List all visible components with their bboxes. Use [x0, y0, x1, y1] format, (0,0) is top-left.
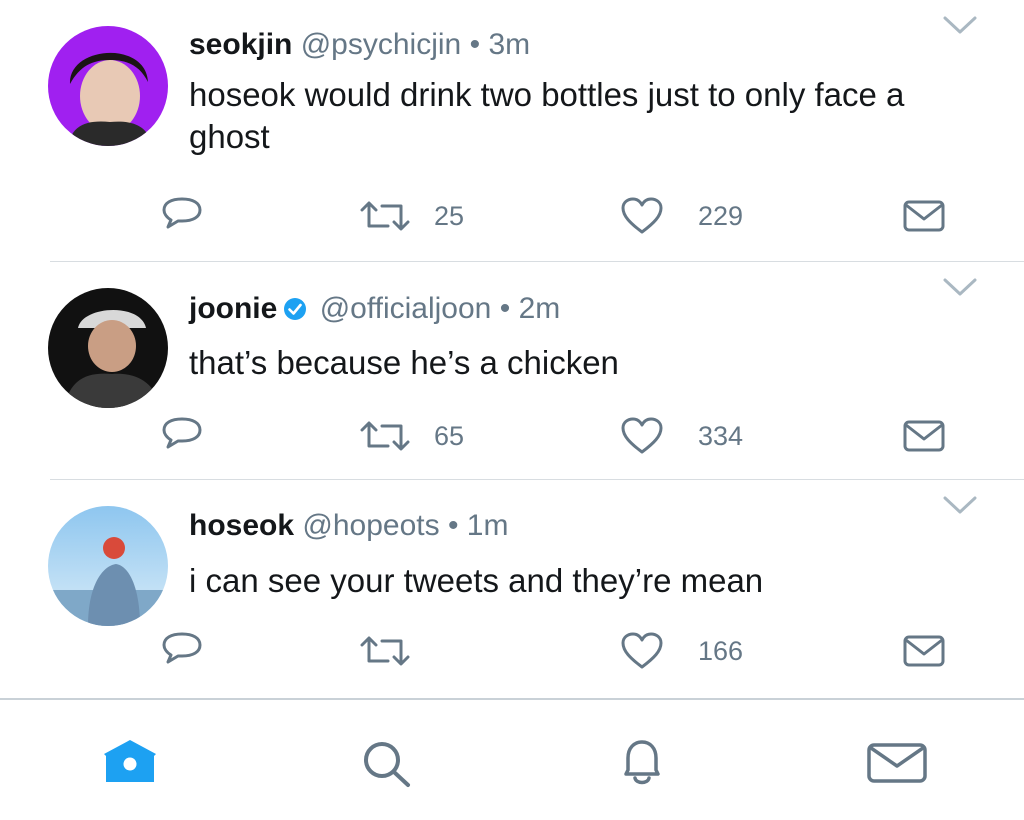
tweet-header: joonie @officialjoon • 2m: [189, 291, 560, 330]
timestamp[interactable]: 2m: [519, 292, 561, 325]
separator-dot: •: [447, 509, 459, 542]
retweet-icon: [360, 421, 410, 451]
home-icon: [104, 740, 156, 782]
tweet-text: i can see your tweets and they’re mean: [189, 562, 764, 599]
direct-message-button[interactable]: [902, 199, 946, 233]
nav-search[interactable]: [354, 738, 418, 793]
display-name[interactable]: hoseok: [189, 509, 294, 542]
like-icon: [621, 417, 663, 454]
timestamp[interactable]: 1m: [467, 509, 509, 542]
like-icon: [621, 197, 663, 234]
reply-button[interactable]: [160, 416, 204, 454]
direct-message-icon: [903, 635, 945, 667]
retweet-button[interactable]: [358, 633, 434, 669]
bottom-nav: [0, 698, 1024, 820]
retweet-button[interactable]: 25: [358, 198, 464, 234]
tweet-header: hoseok @hopeots • 1m: [189, 508, 508, 544]
tweet-3[interactable]: hoseok @hopeots • 1m i can see your twee…: [0, 480, 1024, 698]
like-count: 334: [698, 420, 744, 451]
retweet-count: 65: [434, 420, 465, 451]
user-handle[interactable]: @hopeots: [302, 509, 439, 542]
retweet-icon: [360, 636, 410, 666]
nav-notifications[interactable]: [610, 738, 674, 793]
direct-message-button[interactable]: [902, 419, 946, 453]
reply-button[interactable]: [160, 196, 204, 234]
direct-message-icon: [903, 200, 945, 232]
nav-home[interactable]: [98, 738, 162, 789]
reply-icon: [162, 632, 202, 664]
retweet-count: 25: [434, 200, 465, 231]
avatar-seokjin[interactable]: [48, 26, 168, 146]
reply-icon: [162, 417, 202, 449]
reply-icon: [162, 197, 202, 229]
timestamp[interactable]: 3m: [488, 28, 530, 61]
tweet-text: that’s because he’s a chicken: [189, 344, 619, 381]
reply-button[interactable]: [160, 631, 204, 669]
separator-dot: •: [499, 292, 511, 325]
tweet-text: hoseok would drink two bottles just to o…: [189, 76, 905, 155]
like-button[interactable]: 229: [620, 196, 743, 236]
direct-message-icon: [903, 420, 945, 452]
like-button[interactable]: 166: [620, 631, 743, 671]
separator-dot: •: [469, 28, 481, 61]
avatar-hoseok[interactable]: [48, 506, 168, 626]
chevron-down-icon[interactable]: [942, 14, 978, 41]
like-count: 229: [698, 200, 744, 231]
user-handle[interactable]: @officialjoon: [320, 292, 492, 325]
tweet-2[interactable]: joonie @officialjoon • 2m that’s because…: [0, 262, 1024, 480]
chevron-down-icon[interactable]: [942, 494, 978, 521]
avatar-joonie[interactable]: [48, 288, 168, 408]
display-name[interactable]: seokjin: [189, 28, 292, 61]
like-count: 166: [698, 635, 744, 666]
tweet-header: seokjin @psychicjin • 3m: [189, 27, 530, 63]
notifications-icon: [624, 740, 660, 785]
display-name[interactable]: joonie: [189, 292, 277, 325]
nav-messages[interactable]: [864, 738, 930, 791]
direct-message-button[interactable]: [902, 634, 946, 668]
search-icon: [364, 742, 410, 787]
retweet-icon: [360, 201, 410, 231]
chevron-down-icon[interactable]: [942, 276, 978, 303]
tweet-1[interactable]: seokjin @psychicjin • 3m hoseok would dr…: [0, 0, 1024, 262]
verified-badge-icon: [283, 294, 307, 330]
user-handle[interactable]: @psychicjin: [301, 28, 462, 61]
like-button[interactable]: 334: [620, 416, 743, 456]
retweet-button[interactable]: 65: [358, 418, 464, 454]
messages-icon: [867, 743, 927, 783]
like-icon: [621, 632, 663, 669]
